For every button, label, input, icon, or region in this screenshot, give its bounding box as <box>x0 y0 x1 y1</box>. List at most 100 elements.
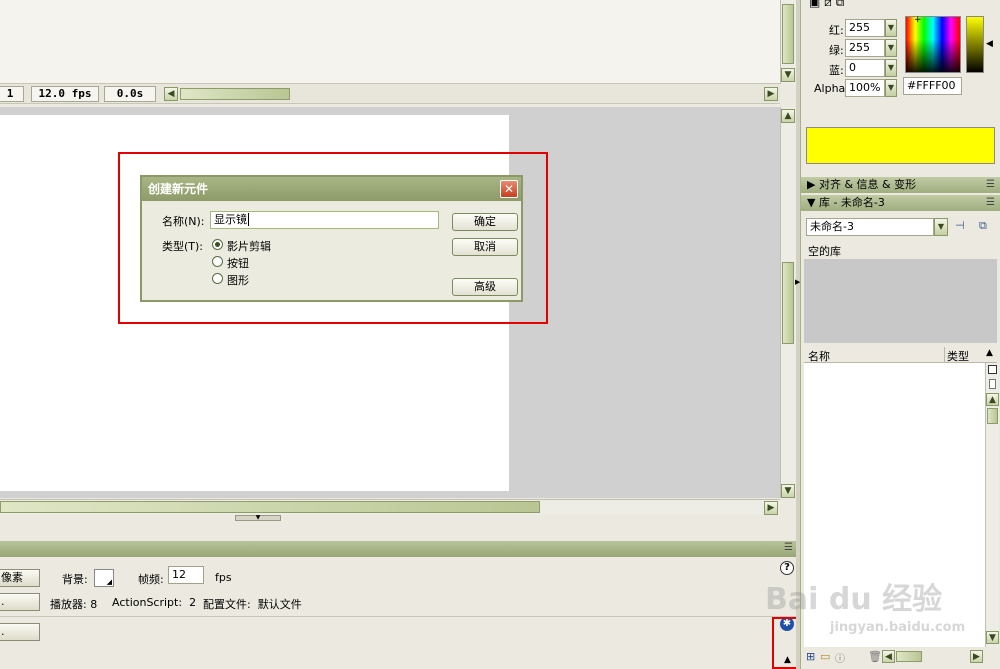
green-label: 绿: <box>829 44 844 57</box>
stage-vscroll-thumb[interactable] <box>782 262 794 344</box>
library-footer: ⊞ ▭ ⓘ 🗑 ◀ ▶ <box>804 648 997 666</box>
help-icon[interactable]: ? <box>780 561 794 575</box>
color-preview-swatch <box>806 127 995 164</box>
profile-value: 默认文件 <box>257 598 302 611</box>
device-settings-button[interactable]: . <box>0 623 40 641</box>
library-vscroll-thumb[interactable] <box>987 408 998 424</box>
timeline-vscrollbar[interactable]: ▼ <box>780 0 796 84</box>
blue-label: 蓝: <box>829 64 844 77</box>
advanced-button[interactable]: 高级 <box>452 278 518 296</box>
dialog-title-bar[interactable]: 创建新元件 <box>142 177 521 201</box>
brightness-slider-handle-icon[interactable]: ◀ <box>986 39 993 49</box>
graphic-label: 图形 <box>227 274 249 287</box>
property-inspector-header[interactable]: ☰ <box>0 541 800 557</box>
type-option-button[interactable]: 按钮 <box>212 255 332 270</box>
new-folder-icon[interactable]: ▭ <box>820 650 830 663</box>
blue-input[interactable]: 0 <box>845 59 885 77</box>
timeline-panel <box>0 0 780 84</box>
movieclip-label: 影片剪辑 <box>227 240 271 253</box>
current-frame-display: 1 <box>0 86 24 102</box>
new-symbol-icon[interactable]: ⊞ <box>806 650 815 663</box>
delete-icon[interactable]: 🗑 <box>868 650 882 663</box>
column-name-header[interactable]: 名称 <box>808 348 830 364</box>
blue-dropdown[interactable]: ▼ <box>885 59 897 77</box>
actionscript-version: 2 <box>189 596 197 609</box>
align-info-transform-panel-header[interactable]: ▶ 对齐 & 信息 & 变形 ☰ <box>801 177 1000 193</box>
brightness-slider[interactable] <box>966 16 984 73</box>
publish-settings-button[interactable]: . <box>0 593 40 611</box>
color-spectrum-picker[interactable]: + <box>905 15 961 73</box>
property-inspector: 像素 背景: ◢ 帧频: 12 fps . 播放器: 8 ActionScrip… <box>0 557 800 669</box>
empty-library-label: 空的库 <box>808 245 841 258</box>
dialog-close-button[interactable]: ✕ <box>500 180 518 198</box>
library-document-dropdown[interactable]: ▼ <box>934 218 948 236</box>
hex-color-input[interactable]: #FFFF00 <box>903 77 962 95</box>
dialog-title: 创建新元件 <box>148 182 209 196</box>
symbol-name-input[interactable]: 显示镜 <box>210 211 439 229</box>
frame-rate-input[interactable]: 12 <box>168 566 204 584</box>
properties-icon[interactable]: ⓘ <box>835 650 845 665</box>
background-label: 背景: <box>62 573 88 586</box>
timeline-status-bar: 1 12.0 fps 0.0s ◀ ▶ <box>0 84 780 104</box>
new-library-panel-icon[interactable]: ⧉ <box>979 219 987 233</box>
library-panel-header[interactable]: ▼ 库 - 未命名-3 ☰ <box>801 195 1000 211</box>
align-info-title: ▶ 对齐 & 信息 & 变形 <box>807 178 917 191</box>
library-scroll-right-button[interactable]: ▶ <box>970 650 983 663</box>
alpha-dropdown[interactable]: ▼ <box>885 79 897 97</box>
library-vscrollbar[interactable]: ▲ ▼ <box>985 363 999 647</box>
elapsed-time-display: 0.0s <box>104 86 156 102</box>
document-size-button[interactable]: 像素 <box>0 569 40 587</box>
symbol-name-value: 显示镜 <box>214 213 247 226</box>
stage-scroll-up-button[interactable]: ▲ <box>781 109 795 123</box>
stage-scroll-right-button[interactable]: ▶ <box>764 501 778 515</box>
red-input[interactable]: 255 <box>845 19 885 37</box>
alpha-input[interactable]: 100% <box>845 79 885 97</box>
create-new-symbol-dialog: 创建新元件 ✕ 名称(N): 显示镜 类型(T): 影片剪辑 按钮 图形 确定 … <box>140 175 523 302</box>
library-preview-area <box>804 259 997 343</box>
type-option-graphic[interactable]: 图形 <box>212 272 332 287</box>
red-dropdown[interactable]: ▼ <box>885 19 897 37</box>
library-scroll-left-button[interactable]: ◀ <box>882 650 895 663</box>
timeline-scroll-left-button[interactable]: ◀ <box>164 87 178 101</box>
baidu-watermark: Bai du 经验 <box>765 582 943 617</box>
background-color-swatch[interactable]: ◢ <box>94 569 114 587</box>
column-type-header[interactable]: 类型 <box>947 348 969 364</box>
wide-view-icon[interactable] <box>988 365 997 374</box>
pin-library-icon[interactable]: ⊣ <box>955 219 965 232</box>
library-scroll-down-button[interactable]: ▼ <box>986 631 999 644</box>
baidu-watermark-url: jingyan.baidu.com <box>830 620 966 635</box>
green-dropdown[interactable]: ▼ <box>885 39 897 57</box>
profile-label: 配置文件: 默认文件 <box>203 598 302 611</box>
library-menu-icon[interactable]: ☰ <box>986 195 995 211</box>
spectrum-cursor-icon: + <box>914 15 922 25</box>
library-document-select[interactable]: 未命名-3 <box>806 218 934 236</box>
stage-scroll-down-button[interactable]: ▼ <box>781 484 795 498</box>
player-version: 8 <box>90 598 98 611</box>
color-tool-icons[interactable]: ▣ ⧄ ⧉ <box>809 0 844 10</box>
button-radio[interactable] <box>212 256 223 267</box>
library-title: ▼ 库 - 未命名-3 <box>807 196 885 209</box>
timeline-hscroll-thumb[interactable] <box>180 88 290 100</box>
align-panel-menu-icon[interactable]: ☰ <box>986 177 995 193</box>
sort-arrow-icon[interactable]: ▲ <box>986 348 993 358</box>
cancel-button[interactable]: 取消 <box>452 238 518 256</box>
stage-hscrollbar[interactable]: ▶ <box>0 499 780 515</box>
frame-rate-label: 帧频: <box>138 573 164 586</box>
property-menu-icon[interactable]: ☰ <box>784 542 793 553</box>
green-input[interactable]: 255 <box>845 39 885 57</box>
narrow-view-icon[interactable] <box>989 379 996 389</box>
timeline-vscroll-thumb[interactable] <box>782 4 794 64</box>
type-option-movieclip[interactable]: 影片剪辑 <box>212 238 332 253</box>
stage-vscrollbar[interactable]: ▲ ▼ <box>780 107 796 498</box>
ok-button[interactable]: 确定 <box>452 213 518 231</box>
graphic-radio[interactable] <box>212 273 223 284</box>
right-panels: ▣ ⧄ ⧉ 红: 255 ▼ 绿: 255 ▼ 蓝: 0 ▼ Alpha: 10… <box>800 0 1000 669</box>
button-label: 按钮 <box>227 257 249 270</box>
timeline-scroll-down-button[interactable]: ▼ <box>781 68 795 82</box>
flash-ide-window: ▼ 1 12.0 fps 0.0s ◀ ▶ ▲ ▼ ▶ ▼ 创建新元件 ✕ 名称… <box>0 0 1000 669</box>
library-scroll-up-button[interactable]: ▲ <box>986 393 999 406</box>
movieclip-radio[interactable] <box>212 239 223 250</box>
timeline-scroll-right-button[interactable]: ▶ <box>764 87 778 101</box>
stage-hscroll-thumb[interactable] <box>0 501 540 513</box>
library-hscroll-thumb[interactable] <box>896 651 922 662</box>
